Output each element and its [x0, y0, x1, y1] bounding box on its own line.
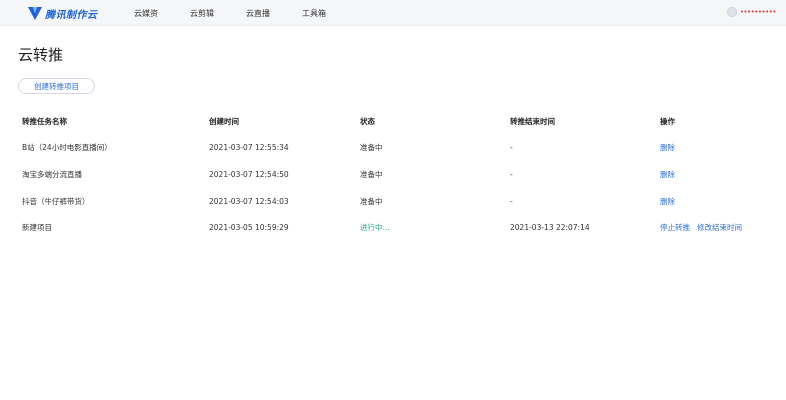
- task-actions: 停止转推 修改结束时间: [660, 214, 742, 241]
- delete-link[interactable]: 删除: [660, 196, 675, 207]
- task-end: -: [510, 143, 513, 153]
- logo-icon: [28, 7, 42, 20]
- column-header-created: 创建时间: [209, 116, 239, 126]
- task-name: B站（24小时电影直播间）: [22, 143, 112, 153]
- task-status: 进行中...: [360, 223, 390, 233]
- task-actions: 删除: [660, 161, 675, 188]
- task-actions: 删除: [660, 188, 675, 215]
- table-row: 淘宝多端分流直播 2021-03-07 12:54:50 准备中 - 删除: [22, 161, 762, 188]
- task-table: 转推任务名称 创建时间 状态 转推结束时间 操作 B站（24小时电影直播间） 2…: [22, 108, 762, 241]
- task-created: 2021-03-07 12:55:34: [209, 143, 289, 153]
- column-header-end: 转推结束时间: [510, 116, 555, 126]
- column-header-name: 转推任务名称: [22, 116, 67, 126]
- logo[interactable]: 腾讯制作云: [28, 6, 98, 21]
- task-end: -: [510, 196, 513, 206]
- task-created: 2021-03-07 12:54:50: [209, 169, 289, 179]
- logo-text: 腾讯制作云: [45, 10, 98, 21]
- user-menu[interactable]: ••••••••••: [726, 7, 777, 17]
- table-row: B站（24小时电影直播间） 2021-03-07 12:55:34 准备中 - …: [22, 135, 762, 162]
- page-title: 云转推: [18, 46, 64, 64]
- avatar[interactable]: [726, 7, 737, 17]
- nav-item-tools[interactable]: 工具箱: [302, 8, 326, 19]
- task-created: 2021-03-07 12:54:03: [209, 196, 289, 206]
- task-end: -: [510, 169, 513, 179]
- task-name: 新建项目: [22, 223, 52, 233]
- top-bar: 腾讯制作云 云媒资 云剪辑 云直播 工具箱 ••••••••••: [0, 0, 786, 26]
- main-nav: 云媒资 云剪辑 云直播 工具箱: [134, 0, 358, 26]
- column-header-status: 状态: [360, 116, 375, 126]
- delete-link[interactable]: 删除: [660, 142, 675, 153]
- table-header: 转推任务名称 创建时间 状态 转推结束时间 操作: [22, 108, 762, 135]
- task-status: 准备中: [360, 196, 383, 206]
- column-header-actions: 操作: [660, 116, 675, 126]
- nav-item-live[interactable]: 云直播: [246, 8, 270, 19]
- nav-item-editor[interactable]: 云剪辑: [190, 8, 214, 19]
- task-name: 淘宝多端分流直播: [22, 169, 82, 179]
- task-status: 准备中: [360, 143, 383, 153]
- username[interactable]: ••••••••••: [740, 8, 777, 16]
- task-created: 2021-03-05 10:59:29: [209, 223, 289, 233]
- task-end: 2021-03-13 22:07:14: [510, 223, 590, 233]
- delete-link[interactable]: 删除: [660, 169, 675, 180]
- nav-item-media[interactable]: 云媒资: [134, 8, 158, 19]
- table-row: 抖音（牛仔裤带货） 2021-03-07 12:54:03 准备中 - 删除: [22, 188, 762, 215]
- task-name: 抖音（牛仔裤带货）: [22, 196, 90, 206]
- edit-end-time-link[interactable]: 修改结束时间: [697, 222, 742, 233]
- task-status: 准备中: [360, 169, 383, 179]
- create-project-button[interactable]: 创建转推项目: [18, 78, 95, 94]
- stop-push-link[interactable]: 停止转推: [660, 222, 690, 233]
- task-actions: 删除: [660, 135, 675, 162]
- table-row: 新建项目 2021-03-05 10:59:29 进行中... 2021-03-…: [22, 214, 762, 241]
